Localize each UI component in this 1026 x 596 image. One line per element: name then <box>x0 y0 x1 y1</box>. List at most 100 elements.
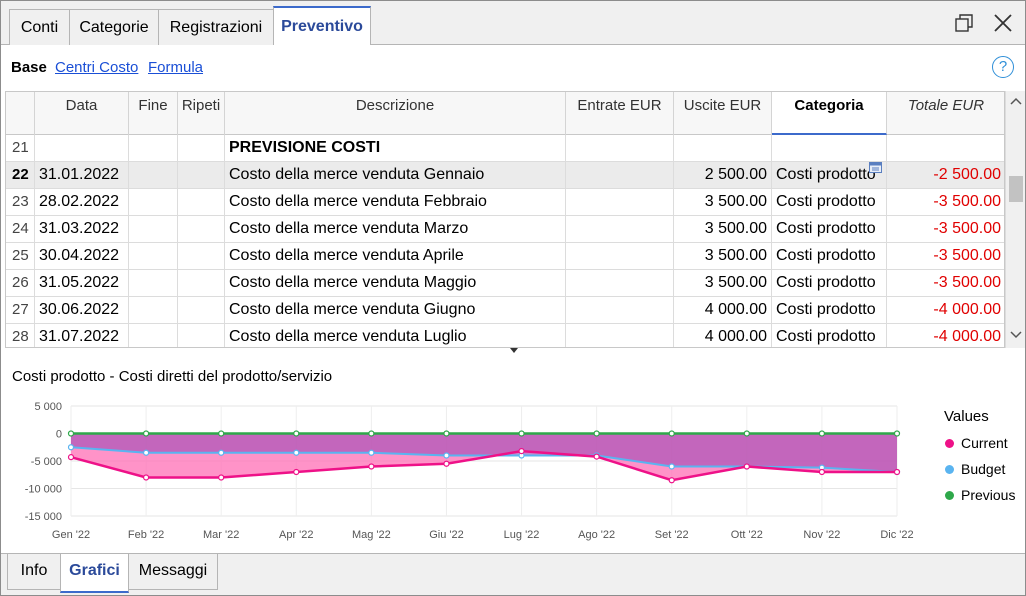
table-row[interactable]: 28 31.07.2022 Costo della merce venduta Lu… <box>6 324 1004 347</box>
cell-ripeti[interactable] <box>178 270 225 297</box>
header-ripeti[interactable]: Ripeti <box>178 92 225 135</box>
header-fine[interactable]: Fine <box>129 92 178 135</box>
legend-item-budget[interactable]: Budget <box>945 461 1005 477</box>
cell-data[interactable]: 28.02.2022 <box>35 189 129 216</box>
cell-ripeti[interactable] <box>178 324 225 347</box>
tab-info[interactable]: Info <box>7 554 61 590</box>
cell-ripeti[interactable] <box>178 216 225 243</box>
cell-fine[interactable] <box>129 162 178 189</box>
cell-data[interactable]: 30.04.2022 <box>35 243 129 270</box>
subtab-formula[interactable]: Formula <box>148 59 203 76</box>
cell-ripeti[interactable] <box>178 297 225 324</box>
table-row[interactable]: 27 30.06.2022 Costo della merce venduta Gi… <box>6 297 1004 324</box>
tab-categorie[interactable]: Categorie <box>69 9 159 45</box>
cell-fine[interactable] <box>129 189 178 216</box>
header-data[interactable]: Data <box>35 92 129 135</box>
cell-entrate[interactable] <box>566 216 674 243</box>
cell-categoria[interactable]: Costi prodotto <box>772 189 887 216</box>
cell-categoria[interactable]: Costi prodotto <box>772 243 887 270</box>
cell-descrizione[interactable]: Costo della merce venduta Febbraio <box>225 189 566 216</box>
cell-descrizione[interactable]: PREVISIONE COSTI <box>225 135 566 162</box>
cell-entrate[interactable] <box>566 297 674 324</box>
subtab-centri-costo[interactable]: Centri Costo <box>55 59 138 76</box>
cell-data[interactable]: 30.06.2022 <box>35 297 129 324</box>
cell-entrate[interactable] <box>566 270 674 297</box>
header-uscite[interactable]: Uscite EUR <box>674 92 772 135</box>
legend-item-current[interactable]: Current <box>945 435 1008 451</box>
cell-categoria[interactable]: Costi prodotto <box>772 216 887 243</box>
table-row[interactable]: 23 28.02.2022 Costo della merce venduta Fe… <box>6 189 1004 216</box>
cell-descrizione[interactable]: Costo della merce venduta Giugno <box>225 297 566 324</box>
cell-entrate[interactable] <box>566 324 674 347</box>
header-descrizione[interactable]: Descrizione <box>225 92 566 135</box>
tab-registrazioni[interactable]: Registrazioni <box>158 9 274 45</box>
table-row[interactable]: 21 PREVISIONE COSTI <box>6 135 1004 162</box>
tab-preventivo[interactable]: Preventivo <box>273 6 371 46</box>
cell-categoria[interactable]: Costi prodotto <box>772 324 887 347</box>
cell-descrizione[interactable]: Costo della merce venduta Aprile <box>225 243 566 270</box>
vertical-scrollbar[interactable] <box>1005 91 1025 348</box>
cell-fine[interactable] <box>129 324 178 347</box>
cell-fine[interactable] <box>129 216 178 243</box>
cell-descrizione[interactable]: Costo della merce venduta Gennaio <box>225 162 566 189</box>
cell-entrate[interactable] <box>566 135 674 162</box>
cell-totale[interactable]: -3 500.00 <box>887 243 1004 270</box>
cell-fine[interactable] <box>129 297 178 324</box>
splitter-handle-icon[interactable] <box>510 348 518 353</box>
table-row[interactable]: 22 31.01.2022 Costo della merce venduta Ge… <box>6 162 1004 189</box>
cell-uscite[interactable]: 3 500.00 <box>674 270 772 297</box>
header-entrate[interactable]: Entrate EUR <box>566 92 674 135</box>
scroll-down-icon[interactable] <box>1010 331 1022 339</box>
cell-uscite[interactable] <box>674 135 772 162</box>
scroll-thumb[interactable] <box>1009 176 1023 202</box>
cell-categoria[interactable]: Costi prodotto <box>772 297 887 324</box>
cell-categoria[interactable]: Costi prodotto <box>772 270 887 297</box>
cell-uscite[interactable]: 3 500.00 <box>674 216 772 243</box>
restore-icon[interactable] <box>952 11 976 35</box>
help-icon[interactable]: ? <box>992 56 1014 78</box>
cell-fine[interactable] <box>129 243 178 270</box>
cell-totale[interactable]: -3 500.00 <box>887 270 1004 297</box>
cell-uscite[interactable]: 3 500.00 <box>674 189 772 216</box>
cell-entrate[interactable] <box>566 189 674 216</box>
cell-fine[interactable] <box>129 270 178 297</box>
cell-data[interactable] <box>35 135 129 162</box>
cell-entrate[interactable] <box>566 162 674 189</box>
cell-ripeti[interactable] <box>178 135 225 162</box>
cell-data[interactable]: 31.03.2022 <box>35 216 129 243</box>
tab-conti[interactable]: Conti <box>9 9 70 45</box>
legend-item-previous[interactable]: Previous <box>945 487 1015 503</box>
cell-descrizione[interactable]: Costo della merce venduta Marzo <box>225 216 566 243</box>
cell-categoria[interactable] <box>772 135 887 162</box>
cell-data[interactable]: 31.05.2022 <box>35 270 129 297</box>
table-row[interactable]: 26 31.05.2022 Costo della merce venduta Ma… <box>6 270 1004 297</box>
header-categoria[interactable]: Categoria <box>772 92 887 135</box>
table-row[interactable]: 24 31.03.2022 Costo della merce venduta Ma… <box>6 216 1004 243</box>
cell-ripeti[interactable] <box>178 162 225 189</box>
cell-uscite[interactable]: 3 500.00 <box>674 243 772 270</box>
cell-descrizione[interactable]: Costo della merce venduta Maggio <box>225 270 566 297</box>
header-totale[interactable]: Totale EUR <box>887 92 1004 135</box>
tab-grafici[interactable]: Grafici <box>60 554 129 593</box>
cell-totale[interactable]: -4 000.00 <box>887 297 1004 324</box>
cell-totale[interactable]: -2 500.00 <box>887 162 1004 189</box>
cell-fine[interactable] <box>129 135 178 162</box>
cell-uscite[interactable]: 4 000.00 <box>674 297 772 324</box>
cell-uscite[interactable]: 2 500.00 <box>674 162 772 189</box>
cell-uscite[interactable]: 4 000.00 <box>674 324 772 347</box>
cell-ripeti[interactable] <box>178 243 225 270</box>
cell-totale[interactable]: -3 500.00 <box>887 216 1004 243</box>
calendar-icon[interactable] <box>869 162 882 173</box>
cell-totale[interactable] <box>887 135 1004 162</box>
cell-data[interactable]: 31.01.2022 <box>35 162 129 189</box>
cell-totale[interactable]: -3 500.00 <box>887 189 1004 216</box>
close-icon[interactable] <box>991 11 1015 35</box>
tab-messaggi[interactable]: Messaggi <box>128 554 218 590</box>
table-row[interactable]: 25 30.04.2022 Costo della merce venduta Ap… <box>6 243 1004 270</box>
cell-totale[interactable]: -4 000.00 <box>887 324 1004 347</box>
cell-descrizione[interactable]: Costo della merce venduta Luglio <box>225 324 566 347</box>
cell-entrate[interactable] <box>566 243 674 270</box>
cell-data[interactable]: 31.07.2022 <box>35 324 129 347</box>
subtab-base[interactable]: Base <box>11 59 47 76</box>
scroll-up-icon[interactable] <box>1010 97 1022 105</box>
